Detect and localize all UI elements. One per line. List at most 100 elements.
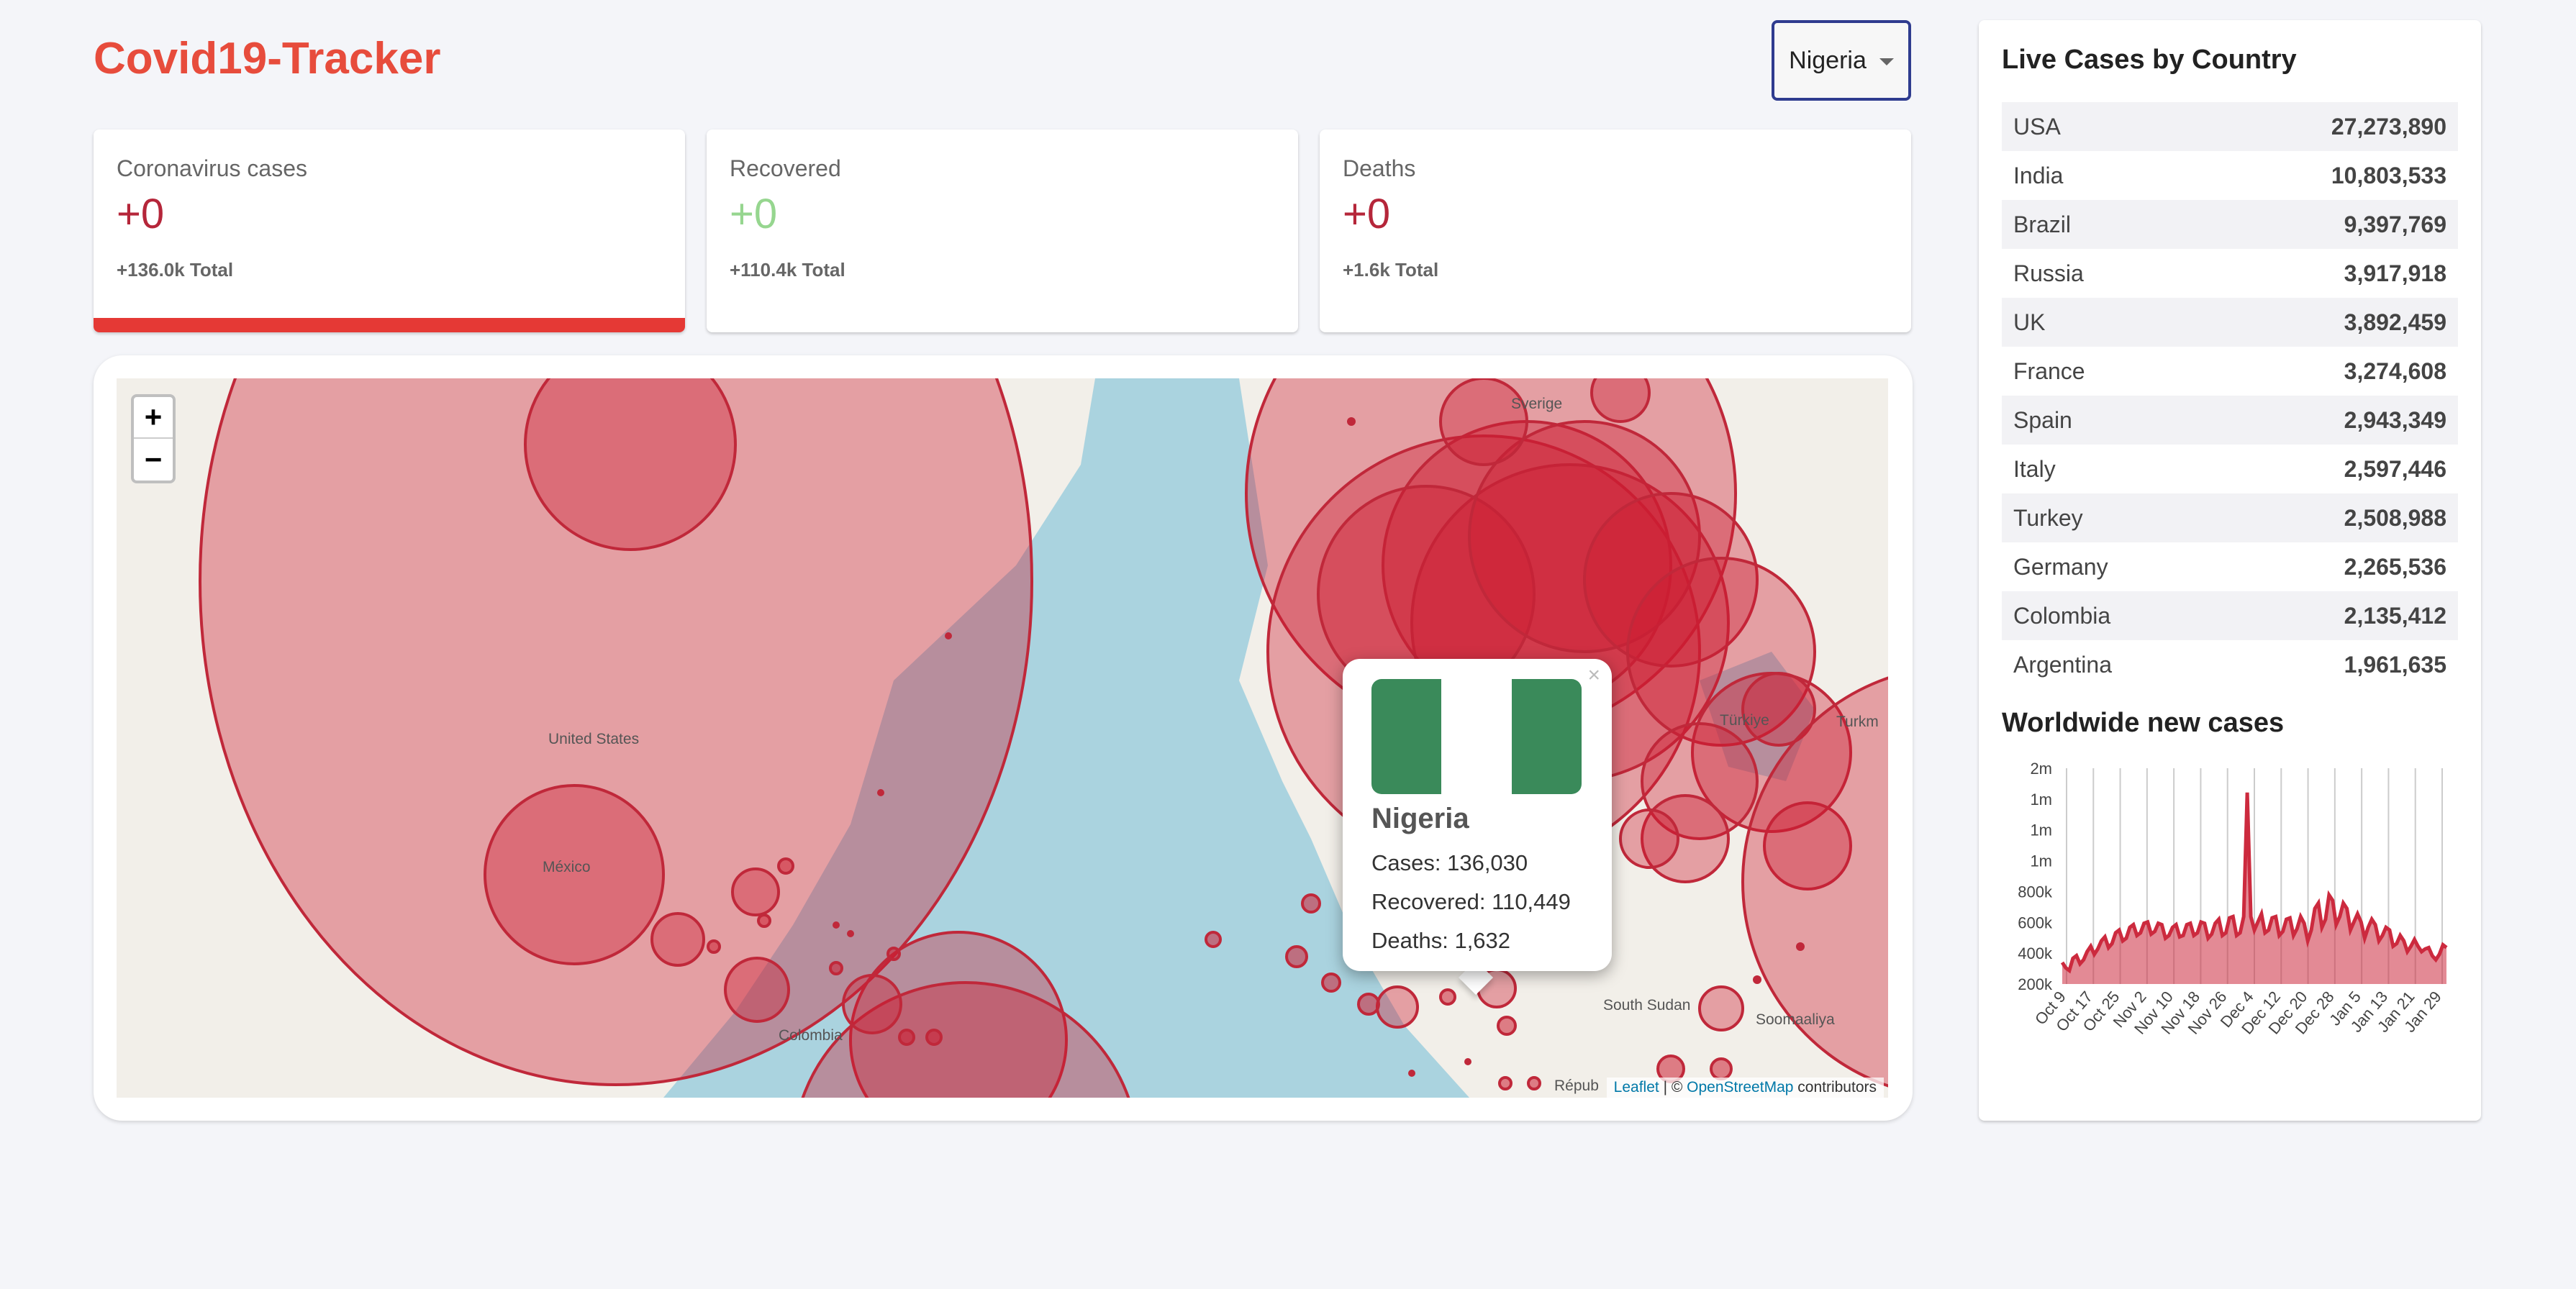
country-cases: 3,892,459	[2344, 309, 2446, 335]
dot	[777, 857, 794, 875]
country-name: Brazil	[2013, 211, 2072, 237]
country-row: Colombia 2,135,412	[2002, 591, 2458, 640]
dot	[1710, 1057, 1733, 1080]
card-title: Coronavirus cases	[117, 155, 307, 181]
dot	[1498, 1076, 1513, 1090]
country-cases: 10,803,533	[2331, 162, 2446, 188]
y-tick-label: 2m	[2030, 760, 2052, 778]
dot	[829, 961, 843, 975]
map-attribution: Leaflet | © OpenStreetMap contributors	[1606, 1078, 1884, 1098]
country-name: Germany	[2013, 553, 2108, 580]
country-row: Turkey 2,508,988	[2002, 493, 2458, 542]
y-tick-label: 200k	[2018, 975, 2053, 993]
y-tick-label: 400k	[2018, 944, 2053, 962]
y-tick-label: 1m	[2030, 791, 2052, 809]
country-cases: 9,397,769	[2344, 211, 2446, 237]
y-tick-label: 800k	[2018, 883, 2053, 901]
recovered-card[interactable]: Recovered +0 +110.4k Total	[707, 129, 1298, 332]
flag-stripe	[1371, 679, 1442, 794]
country-name: Argentina	[2013, 651, 2112, 678]
map-label: Turkm	[1836, 714, 1879, 730]
circle-ethiopia	[1698, 985, 1744, 1031]
map-label: Répub	[1554, 1078, 1599, 1094]
dot	[707, 939, 721, 954]
map-label: Türkiye	[1720, 712, 1769, 729]
circle-guatemala	[650, 912, 705, 967]
dot	[1205, 931, 1222, 948]
country-row: USA 27,273,890	[2002, 102, 2458, 151]
y-tick-label: 600k	[2018, 914, 2053, 932]
dot	[1497, 1016, 1517, 1036]
country-row: UK 3,892,459	[2002, 298, 2458, 347]
country-select-value: Nigeria	[1789, 46, 1867, 74]
dot	[1439, 988, 1456, 1006]
country-row: Germany 2,265,536	[2002, 542, 2458, 591]
zoom-out-button[interactable]: −	[134, 439, 173, 480]
country-cases: 3,917,918	[2344, 260, 2446, 286]
card-title: Deaths	[1343, 155, 1416, 181]
country-cases: 2,943,349	[2344, 406, 2446, 433]
country-name: India	[2013, 162, 2064, 188]
map-label: Sverige	[1511, 396, 1563, 412]
country-cases: 2,265,536	[2344, 553, 2446, 580]
country-cases: 3,274,608	[2344, 357, 2446, 384]
country-cases: 2,135,412	[2344, 602, 2446, 629]
dot	[1301, 893, 1321, 914]
active-card-indicator	[94, 318, 685, 332]
live-cases-title: Live Cases by Country	[2002, 45, 2297, 75]
chart-title: Worldwide new cases	[2002, 708, 2285, 738]
popup-recovered: Recovered: 110,449	[1371, 889, 1571, 914]
country-name: Russia	[2013, 260, 2084, 286]
country-popup: × Nigeria Cases: 136,030 Recovered: 110,…	[1343, 659, 1612, 971]
y-tick-label: 1m	[2030, 852, 2052, 870]
zoom-in-button[interactable]: +	[134, 397, 173, 439]
country-cases: 2,597,446	[2344, 455, 2446, 482]
map-label: México	[543, 859, 591, 875]
dot	[757, 914, 771, 928]
flag-stripe	[1511, 679, 1582, 794]
dot	[1285, 945, 1308, 968]
popup-country-name: Nigeria	[1371, 803, 1469, 834]
popup-close-button[interactable]: ×	[1587, 663, 1600, 688]
dot	[1321, 973, 1341, 993]
card-value: +0	[1343, 191, 1391, 237]
map-label: South Sudan	[1603, 997, 1691, 1014]
y-tick-label: 1m	[2030, 821, 2052, 839]
country-flag	[1371, 679, 1582, 794]
map-tiles	[117, 378, 1888, 1098]
country-row: Russia 3,917,918	[2002, 249, 2458, 298]
circle-sweden	[1439, 378, 1528, 466]
map-label: United States	[548, 731, 640, 747]
leaflet-link[interactable]: Leaflet	[1614, 1079, 1659, 1096]
dot	[925, 1029, 943, 1046]
popup-deaths: Deaths: 1,632	[1371, 928, 1511, 953]
card-total: +110.4k Total	[730, 259, 845, 281]
osm-link[interactable]: OpenStreetMap	[1687, 1079, 1793, 1096]
country-name: Italy	[2013, 455, 2056, 482]
country-select[interactable]: Nigeria	[1772, 20, 1911, 101]
country-row: Argentina 1,961,635	[2002, 640, 2458, 689]
map-label: Soomaaliya	[1756, 1011, 1835, 1028]
country-name: Turkey	[2013, 504, 2083, 531]
country-name: USA	[2013, 113, 2061, 140]
circle-norway	[1590, 378, 1651, 423]
map[interactable]: United States México Colombia Sverige Tü…	[117, 378, 1888, 1098]
circle-ghana	[1376, 985, 1419, 1029]
card-title: Recovered	[730, 155, 841, 181]
country-row: Brazil 9,397,769	[2002, 200, 2458, 249]
country-name: Spain	[2013, 406, 2072, 433]
card-total: +136.0k Total	[117, 259, 234, 281]
country-row: India 10,803,533	[2002, 151, 2458, 200]
circle-panama	[724, 957, 790, 1023]
card-value: +0	[730, 191, 778, 237]
cases-card[interactable]: Coronavirus cases +0 +136.0k Total	[94, 129, 685, 332]
country-name: Colombia	[2013, 602, 2111, 629]
card-value: +0	[117, 191, 165, 237]
circle-libya	[1619, 809, 1679, 869]
attribution-sep: | ©	[1659, 1079, 1687, 1096]
country-cases: 1,961,635	[2344, 651, 2446, 678]
dot	[898, 1029, 915, 1046]
country-name: France	[2013, 357, 2085, 384]
card-total: +1.6k Total	[1343, 259, 1439, 281]
deaths-card[interactable]: Deaths +0 +1.6k Total	[1320, 129, 1911, 332]
